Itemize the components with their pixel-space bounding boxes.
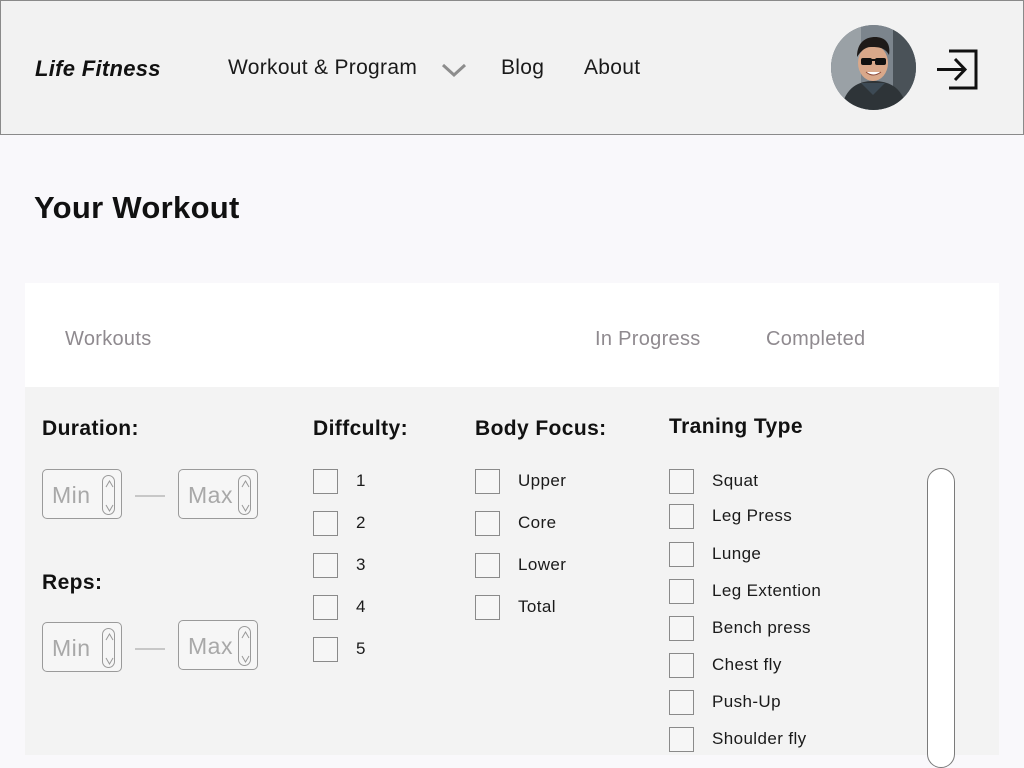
checkbox[interactable] [475,595,500,620]
body-focus-title: Body Focus: [475,417,607,440]
training-type-scrollbar[interactable] [927,468,955,768]
brand-logo[interactable]: Life Fitness [35,56,161,82]
checkbox[interactable] [669,542,694,567]
spinner-icon[interactable] [238,626,251,666]
page-title: Your Workout [34,190,240,225]
tab-in-progress[interactable]: In Progress [595,328,701,351]
checkbox[interactable] [475,553,500,578]
checkbox-label: 2 [356,513,366,532]
checkbox[interactable] [669,504,694,529]
nav-blog[interactable]: Blog [501,56,544,80]
spinner-icon[interactable] [102,628,115,668]
checkbox-label: 1 [356,471,366,490]
checkbox[interactable] [669,469,694,494]
reps-min-input[interactable]: Min [42,622,122,672]
checkbox-label: Core [518,513,557,532]
checkbox-label: 3 [356,555,366,574]
checkbox[interactable] [669,727,694,752]
checkbox[interactable] [475,469,500,494]
checkbox-label: Leg Press [712,506,793,525]
checkbox-label: 4 [356,597,366,616]
checkbox[interactable] [669,616,694,641]
checkbox-label: Squat [712,471,759,490]
duration-min-input[interactable]: Min [42,469,122,519]
reps-max-input[interactable]: Max [178,620,258,670]
reps-max-placeholder: Max [188,633,233,659]
top-navbar: Life Fitness Workout & Program Blog Abou… [0,0,1024,135]
checkbox-label: Shoulder fly [712,729,807,748]
checkbox[interactable] [313,469,338,494]
duration-max-input[interactable]: Max [178,469,258,519]
checkbox-label: Total [518,597,556,616]
tab-workouts[interactable]: Workouts [65,328,152,351]
tab-completed[interactable]: Completed [766,328,865,351]
checkbox-label: Lunge [712,544,762,563]
checkbox-label: Upper [518,471,567,490]
spinner-icon[interactable] [238,475,251,515]
filter-panel: Duration: Min Max Reps: Min Max Diffcult… [25,387,999,768]
duration-max-placeholder: Max [188,482,233,508]
checkbox-label: Chest fly [712,655,782,674]
spinner-icon[interactable] [102,475,115,515]
logout-icon[interactable] [935,47,981,93]
checkbox[interactable] [475,511,500,536]
reps-title: Reps: [42,571,103,594]
training-type-title: Traning Type [669,415,803,438]
checkbox[interactable] [313,637,338,662]
chevron-down-icon[interactable] [441,61,467,79]
checkbox[interactable] [669,579,694,604]
reps-min-placeholder: Min [52,635,91,661]
checkbox-label: Lower [518,555,567,574]
checkbox-label: Push-Up [712,692,781,711]
checkbox-label: Leg Extention [712,581,822,600]
range-dash [135,495,165,497]
user-avatar[interactable] [831,25,916,110]
checkbox-label: Bench press [712,618,811,637]
checkbox[interactable] [669,690,694,715]
checkbox[interactable] [313,595,338,620]
duration-min-placeholder: Min [52,482,91,508]
range-dash [135,648,165,650]
duration-title: Duration: [42,417,139,440]
checkbox-label: 5 [356,639,366,658]
nav-about[interactable]: About [584,56,640,80]
checkbox[interactable] [313,511,338,536]
checkbox[interactable] [313,553,338,578]
workout-tabs: Workouts In Progress Completed [25,283,999,387]
difficulty-title: Diffculty: [313,417,408,440]
checkbox[interactable] [669,653,694,678]
nav-workout-program[interactable]: Workout & Program [228,56,417,80]
